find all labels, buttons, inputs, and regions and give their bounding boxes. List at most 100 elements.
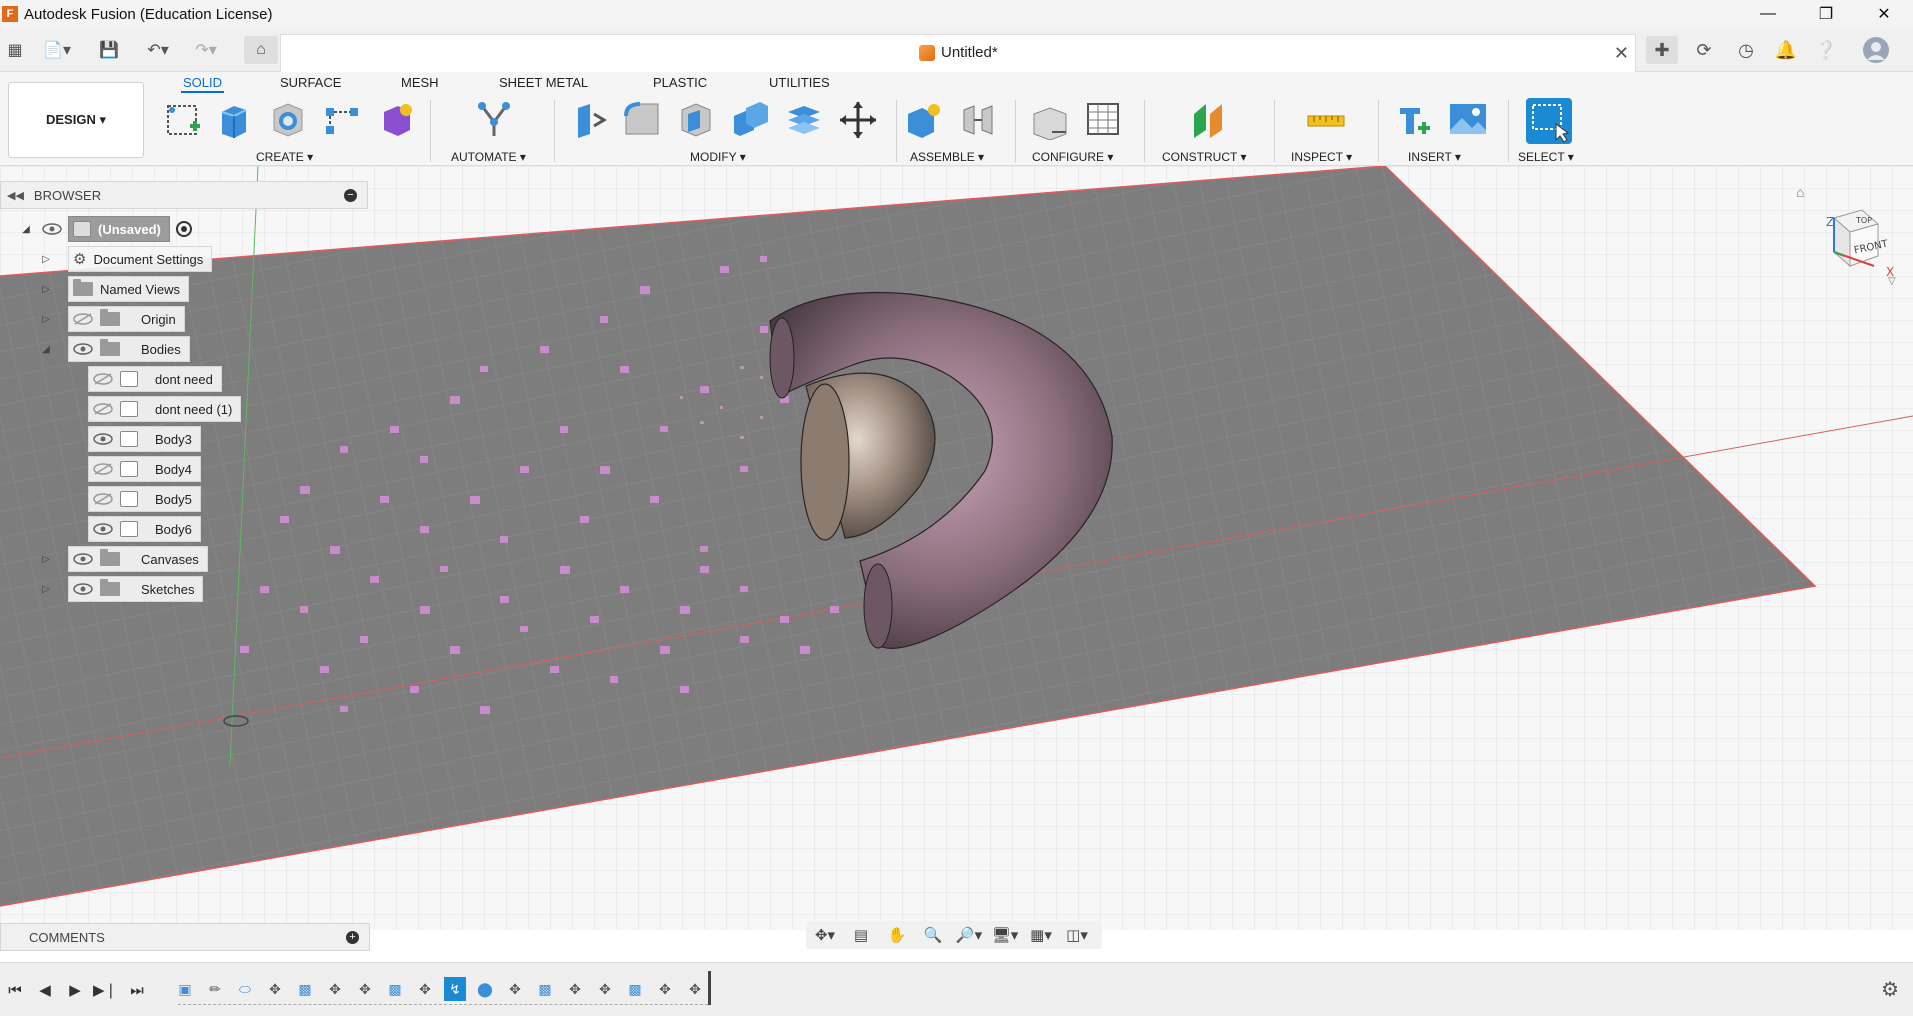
view-cube-top-label[interactable]: TOP xyxy=(1855,216,1872,225)
measure-icon[interactable] xyxy=(1306,100,1346,140)
joint-icon[interactable] xyxy=(958,100,998,140)
collapse-triangle-icon[interactable]: ◢ xyxy=(40,344,52,355)
redo-icon[interactable]: ↷▾ xyxy=(188,36,224,64)
body-item[interactable]: Body6 xyxy=(88,516,201,542)
eye-hidden-icon[interactable] xyxy=(93,402,113,416)
add-comment-icon[interactable]: + xyxy=(346,931,359,944)
body-item[interactable]: dont need xyxy=(88,366,222,392)
expand-triangle-icon[interactable]: ▷ xyxy=(40,584,52,595)
save-icon[interactable]: 💾 xyxy=(96,36,122,64)
restore-icon[interactable]: ❐ xyxy=(1797,0,1855,28)
minimize-icon[interactable]: — xyxy=(1739,0,1797,28)
move-icon[interactable]: ✥ xyxy=(594,977,616,1001)
previous-step-icon[interactable]: ◀ xyxy=(32,977,58,1003)
view-cube-menu-icon[interactable]: ▽ xyxy=(1888,276,1896,287)
fit-icon[interactable]: 🔎▾ xyxy=(954,923,984,947)
expand-triangle-icon[interactable]: ▷ xyxy=(40,314,52,325)
body-item[interactable]: Body3 xyxy=(88,426,201,452)
browser-root-node[interactable]: ◢ (Unsaved) xyxy=(20,216,192,242)
browser-item-bodies[interactable]: ◢ Bodies xyxy=(40,336,190,362)
new-tab-icon[interactable]: ✚ xyxy=(1646,36,1678,64)
inspect-group-label[interactable]: INSPECT ▾ xyxy=(1291,150,1352,164)
timeline-marker[interactable] xyxy=(708,971,711,1005)
extrude-icon[interactable]: ▩ xyxy=(384,977,406,1001)
file-menu-icon[interactable]: 📄▾ xyxy=(40,36,74,64)
tab-utilities[interactable]: UTILITIES xyxy=(767,75,832,90)
eye-icon[interactable] xyxy=(93,522,113,536)
extrude-icon[interactable]: ▩ xyxy=(624,977,646,1001)
comments-panel[interactable]: COMMENTS + xyxy=(0,923,370,951)
create-group-label[interactable]: CREATE ▾ xyxy=(256,150,313,164)
sketch-icon[interactable]: ✏ xyxy=(204,977,226,1001)
move-icon[interactable]: ✥ xyxy=(504,977,526,1001)
pan-icon[interactable]: ✋ xyxy=(882,923,912,947)
move-icon[interactable]: ✥ xyxy=(414,977,436,1001)
gear-icon[interactable]: ⚙ xyxy=(1881,977,1899,1002)
create-sketch-icon[interactable] xyxy=(164,100,204,140)
move-icon[interactable]: ✥ xyxy=(654,977,676,1001)
tab-solid[interactable]: SOLID xyxy=(181,75,225,93)
extrude-icon[interactable]: ▩ xyxy=(534,977,556,1001)
ellipse-icon[interactable]: ⬭ xyxy=(234,977,256,1001)
last-step-icon[interactable]: ⏭ xyxy=(124,977,150,1003)
sweep-icon[interactable]: ↯ xyxy=(444,977,466,1001)
automate-group-label[interactable]: AUTOMATE ▾ xyxy=(451,150,526,164)
move-copy-icon[interactable] xyxy=(838,100,878,140)
assemble-group-label[interactable]: ASSEMBLE ▾ xyxy=(910,150,984,164)
help-icon[interactable]: ❔ xyxy=(1810,36,1842,64)
eye-icon[interactable] xyxy=(73,342,93,356)
browser-item-named-views[interactable]: ▷ Named Views xyxy=(40,276,189,302)
insert-group-label[interactable]: INSERT ▾ xyxy=(1408,150,1461,164)
move-icon[interactable]: ✥ xyxy=(324,977,346,1001)
browser-item-canvases[interactable]: ▷ Canvases xyxy=(40,546,208,572)
home-icon[interactable]: ⌂ xyxy=(244,36,278,64)
collapse-panel-icon[interactable]: ◀◀ xyxy=(7,189,24,202)
orbit-icon[interactable]: ✥▾ xyxy=(810,923,840,947)
configure-icon[interactable] xyxy=(1030,100,1070,141)
minimize-panel-icon[interactable]: − xyxy=(344,189,357,202)
active-radio-icon[interactable] xyxy=(175,221,192,237)
viewports-icon[interactable]: ◫▾ xyxy=(1062,923,1092,947)
home-view-icon[interactable]: ⌂ xyxy=(1796,184,1804,200)
collapse-triangle-icon[interactable]: ◢ xyxy=(20,224,32,235)
next-step-icon[interactable]: ▶❘ xyxy=(92,977,118,1003)
play-icon[interactable]: ▶ xyxy=(62,977,88,1003)
press-pull-icon[interactable] xyxy=(568,100,608,140)
browser-item-document-settings[interactable]: ▷ ⚙ Document Settings xyxy=(40,246,213,272)
tab-plastic[interactable]: PLASTIC xyxy=(651,75,709,90)
first-step-icon[interactable]: ⏮ xyxy=(2,977,28,1003)
body-item[interactable]: dont need (1) xyxy=(88,396,242,422)
modify-group-label[interactable]: MODIFY ▾ xyxy=(690,150,746,164)
canvas-icon[interactable]: ▣ xyxy=(174,977,196,1001)
eye-icon[interactable] xyxy=(73,552,93,566)
move-icon[interactable]: ✥ xyxy=(684,977,706,1001)
offset-face-icon[interactable] xyxy=(784,100,824,140)
eye-icon[interactable] xyxy=(73,582,93,596)
eye-icon[interactable] xyxy=(42,222,62,236)
configure-group-label[interactable]: CONFIGURE ▾ xyxy=(1032,150,1113,164)
grid-icon[interactable]: ▦▾ xyxy=(1026,923,1056,947)
form-icon[interactable] xyxy=(376,100,416,140)
canvas-viewport[interactable] xyxy=(0,166,1913,930)
eye-icon[interactable] xyxy=(93,432,113,446)
insert-derive-icon[interactable] xyxy=(1394,100,1434,140)
extrude-icon[interactable]: ▩ xyxy=(294,977,316,1001)
view-cube[interactable]: TOP FRONT Z X xyxy=(1816,204,1896,284)
close-icon[interactable]: ✕ xyxy=(1855,0,1913,28)
body-item[interactable]: Body4 xyxy=(88,456,201,482)
eye-hidden-icon[interactable] xyxy=(73,312,93,326)
tab-mesh[interactable]: MESH xyxy=(399,75,441,90)
display-settings-icon[interactable]: 🖥▾ xyxy=(990,923,1020,947)
offset-plane-icon[interactable] xyxy=(1190,100,1230,140)
move-icon[interactable]: ✥ xyxy=(564,977,586,1001)
apps-grid-icon[interactable]: ▦ xyxy=(4,36,26,64)
job-status-icon[interactable]: ⟳ xyxy=(1688,36,1720,64)
browser-item-sketches[interactable]: ▷ Sketches xyxy=(40,576,204,602)
workspace-switcher[interactable]: DESIGN ▾ xyxy=(8,82,144,158)
eye-hidden-icon[interactable] xyxy=(93,492,113,506)
browser-item-origin[interactable]: ▷ Origin xyxy=(40,306,185,332)
combine-icon[interactable] xyxy=(730,100,770,140)
shell-icon[interactable] xyxy=(676,100,716,140)
expand-triangle-icon[interactable]: ▷ xyxy=(40,254,52,265)
tab-sheet-metal[interactable]: SHEET METAL xyxy=(497,75,590,90)
